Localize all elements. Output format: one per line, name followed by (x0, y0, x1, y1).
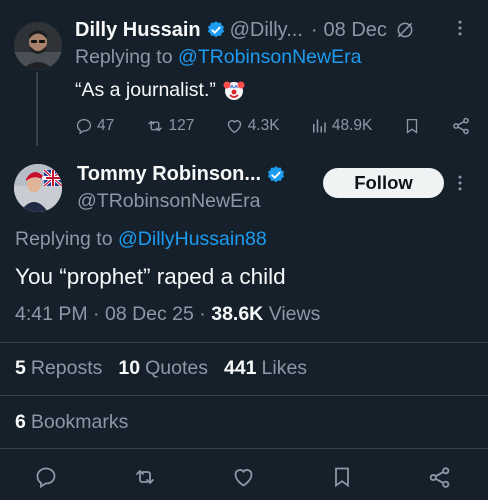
divider (0, 448, 488, 449)
bookmark-icon (403, 117, 421, 135)
more-icon[interactable] (450, 18, 470, 38)
bookmarks-label: Bookmarks (30, 411, 129, 433)
repost-icon (145, 117, 165, 135)
views-label: Views (268, 303, 321, 325)
reply-button[interactable]: 47 (75, 117, 114, 135)
repost-button[interactable]: 127 (145, 117, 195, 135)
meta-separator: · (93, 303, 100, 325)
main-replying-to: Replying to @DillyHussain88 (15, 228, 267, 251)
views-count: 48.9K (331, 117, 373, 134)
bookmarks-count: 6 (15, 411, 26, 433)
more-icon[interactable] (450, 173, 470, 193)
views-button[interactable]: 48.9K (310, 117, 373, 135)
reply-count: 47 (97, 117, 115, 134)
follow-button[interactable]: Follow (323, 168, 444, 198)
parent-tweet-body: “As a journalist.” (75, 78, 216, 101)
tweet-meta: 4:41 PM · 08 Dec 25 · 38.6K Views (15, 303, 320, 326)
repost-icon[interactable] (132, 465, 158, 489)
parent-separator: · (310, 18, 318, 41)
verified-badge-icon (266, 165, 286, 185)
like-icon (225, 117, 244, 135)
replying-to-link[interactable]: @TRobinsonNewEra (178, 46, 361, 68)
reposts-stat[interactable]: 5 Reposts (15, 357, 102, 380)
thread-connector-line (36, 72, 38, 146)
like-icon[interactable] (231, 465, 256, 489)
quotes-stat[interactable]: 10 Quotes (118, 357, 208, 380)
main-display-name[interactable]: Tommy Robinson... (77, 163, 261, 186)
repost-count: 127 (168, 117, 195, 134)
main-action-bar (34, 463, 452, 491)
main-tweet-text: You “prophet” raped a child (15, 264, 286, 289)
engagement-stats: 5 Reposts 10 Quotes 441 Likes (15, 357, 307, 380)
parent-tweet-header: Dilly Hussain @Dilly... · 08 Dec (75, 16, 488, 44)
reply-icon (75, 117, 93, 135)
reply-icon[interactable] (34, 465, 58, 489)
likes-stat[interactable]: 441 Likes (224, 357, 307, 380)
main-name-row: Tommy Robinson... (77, 163, 290, 186)
globe-slash-icon (395, 20, 415, 40)
share-button[interactable] (451, 116, 471, 136)
avatar-dilly-hussain[interactable] (14, 22, 62, 70)
meta-separator: · (199, 303, 206, 325)
bookmark-icon[interactable] (330, 465, 354, 489)
replying-prefix: Replying to (15, 228, 113, 250)
bookmark-button[interactable] (403, 117, 421, 135)
parent-date[interactable]: 08 Dec (324, 19, 387, 42)
clown-face-emoji-icon (222, 78, 246, 102)
views-count: 38.6K (211, 303, 264, 325)
main-handle[interactable]: @TRobinsonNewEra (77, 190, 260, 213)
avatar-tommy-robinson[interactable] (14, 164, 62, 212)
verified-badge-icon (206, 20, 226, 40)
tweet-date[interactable]: 08 Dec 25 (105, 303, 194, 325)
tweet-time[interactable]: 4:41 PM (15, 303, 88, 325)
replying-prefix: Replying to (75, 46, 173, 68)
parent-tweet-text: “As a journalist.” (75, 78, 246, 102)
parent-display-name[interactable]: Dilly Hussain (75, 19, 201, 42)
share-icon (451, 116, 471, 136)
bookmarks-stat[interactable]: 6 Bookmarks (15, 411, 128, 434)
parent-action-bar: 47 127 4.3K 48.9K (75, 113, 471, 139)
parent-replying-to: Replying to @TRobinsonNewEra (75, 46, 361, 69)
views-icon (310, 117, 328, 135)
replying-to-link[interactable]: @DillyHussain88 (118, 228, 267, 250)
parent-handle[interactable]: @Dilly... (230, 19, 303, 42)
share-icon[interactable] (427, 465, 452, 490)
like-button[interactable]: 4.3K (225, 117, 280, 135)
like-count: 4.3K (247, 117, 280, 134)
divider (0, 342, 488, 343)
divider (0, 395, 488, 396)
